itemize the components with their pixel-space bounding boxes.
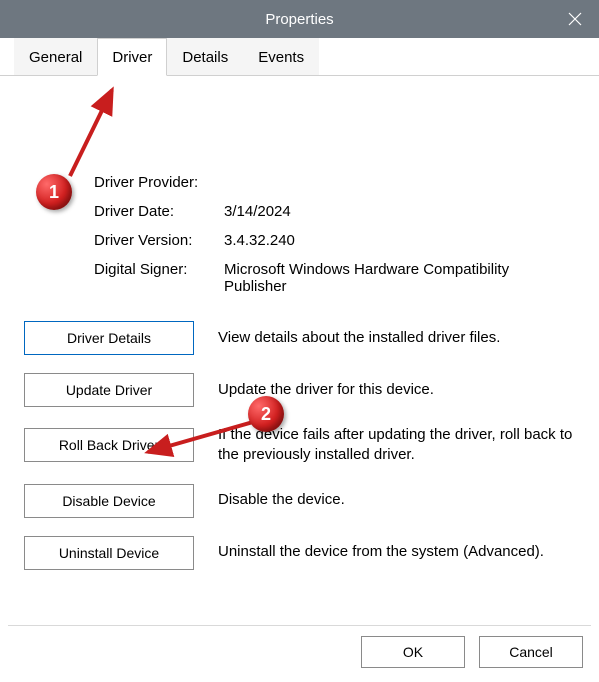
dialog-footer: OK Cancel xyxy=(361,636,583,668)
driver-details-button[interactable]: Driver Details xyxy=(24,321,194,355)
titlebar: Properties xyxy=(0,0,599,38)
disable-device-button[interactable]: Disable Device xyxy=(24,484,194,518)
update-driver-button[interactable]: Update Driver xyxy=(24,373,194,407)
driver-details-desc: View details about the installed driver … xyxy=(218,328,575,348)
cancel-button[interactable]: Cancel xyxy=(479,636,583,668)
driver-actions: Driver Details View details about the in… xyxy=(24,321,575,570)
uninstall-device-desc: Uninstall the device from the system (Ad… xyxy=(218,542,575,562)
tab-general[interactable]: General xyxy=(14,38,97,75)
window-title: Properties xyxy=(265,11,333,28)
driver-info: Driver Provider: Driver Date: 3/14/2024 … xyxy=(94,174,575,295)
footer-divider xyxy=(8,625,591,626)
driver-version-value: 3.4.32.240 xyxy=(224,232,575,249)
roll-back-driver-desc: If the device fails after updating the d… xyxy=(218,425,575,466)
driver-provider-value xyxy=(224,174,575,191)
roll-back-driver-button[interactable]: Roll Back Driver xyxy=(24,428,194,462)
ok-button[interactable]: OK xyxy=(361,636,465,668)
driver-version-label: Driver Version: xyxy=(94,232,224,249)
close-icon xyxy=(568,12,582,26)
close-button[interactable] xyxy=(551,0,599,38)
tab-content: Driver Provider: Driver Date: 3/14/2024 … xyxy=(0,76,599,598)
update-driver-desc: Update the driver for this device. xyxy=(218,380,575,400)
driver-provider-label: Driver Provider: xyxy=(94,174,224,191)
driver-date-value: 3/14/2024 xyxy=(224,203,575,220)
uninstall-device-button[interactable]: Uninstall Device xyxy=(24,536,194,570)
tab-events[interactable]: Events xyxy=(243,38,319,75)
driver-date-label: Driver Date: xyxy=(94,203,224,220)
tab-strip: General Driver Details Events xyxy=(0,38,599,76)
tab-driver[interactable]: Driver xyxy=(97,38,167,76)
digital-signer-value: Microsoft Windows Hardware Compatibility… xyxy=(224,261,575,295)
tab-details[interactable]: Details xyxy=(167,38,243,75)
disable-device-desc: Disable the device. xyxy=(218,490,575,510)
digital-signer-label: Digital Signer: xyxy=(94,261,224,295)
